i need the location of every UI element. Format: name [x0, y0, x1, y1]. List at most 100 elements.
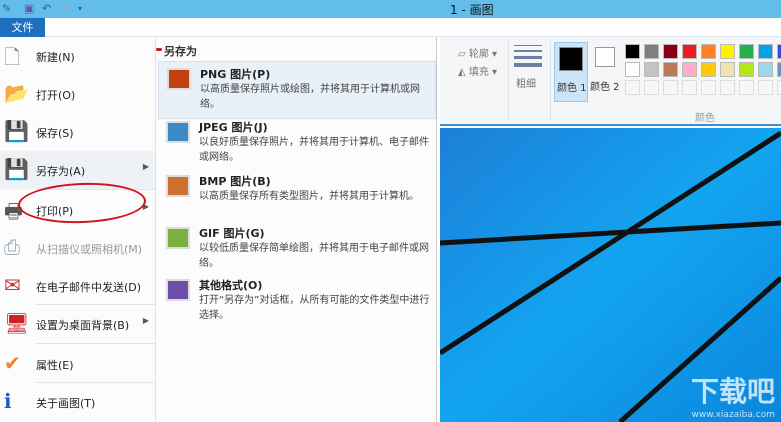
- save-as-option[interactable]: BMP 图片(B) 以高质量保存所有类型图片，并将其用于计算机。: [158, 169, 436, 227]
- palette-color[interactable]: [758, 62, 773, 77]
- palette-color[interactable]: [701, 62, 716, 77]
- palette-color[interactable]: [663, 44, 678, 59]
- color1-label: 颜色 1: [557, 83, 587, 94]
- scanner-icon: ⎙: [4, 235, 20, 259]
- save-icon: 💾: [4, 119, 29, 143]
- menu-item-label: 新建(N): [36, 51, 75, 64]
- tab-file[interactable]: 文件: [0, 18, 45, 37]
- fill-button[interactable]: ◭ 填充 ▾: [458, 63, 497, 78]
- palette-color[interactable]: [720, 62, 735, 77]
- menu-item-label: 打开(O): [36, 89, 76, 102]
- file-menu-item[interactable]: 💾 保存(S): [0, 113, 155, 151]
- submenu-arrow-icon: ▶: [142, 162, 149, 171]
- palette-color[interactable]: [663, 62, 678, 77]
- save-as-option[interactable]: GIF 图片(G) 以较低质量保存简单绘图，并将其用于电子邮件或网络。: [158, 221, 436, 279]
- other-formats-icon: [166, 279, 190, 301]
- file-menu: 🗋 新建(N) 📂 打开(O) 💾 保存(S) 💾 另存为(A) ▶ 🖶 打印(P) ▶ ⎙ 从扫描仪或照…: [0, 37, 437, 422]
- file-menu-items: 🗋 新建(N) 📂 打开(O) 💾 保存(S) 💾 另存为(A) ▶ 🖶 打印(P) ▶ ⎙ 从扫描仪或照…: [0, 37, 155, 422]
- option-description: 以良好质量保存照片，并将其用于计算机、电子邮件或网络。: [199, 137, 429, 163]
- option-description: 以高质量保存所有类型图片，并将其用于计算机。: [199, 191, 419, 202]
- option-description: 以较低质量保存简单绘图，并将其用于电子邮件或网络。: [199, 243, 429, 269]
- watermark: 下载吧 www.xiazaiba.com: [690, 375, 775, 420]
- file-menu-item[interactable]: 🖥 设置为桌面背景(B) ▶: [0, 305, 155, 343]
- menu-item-label: 关于画图(T): [36, 397, 96, 410]
- save-icon[interactable]: ▣: [24, 2, 34, 15]
- save-as-option[interactable]: JPEG 图片(J) 以良好质量保存照片，并将其用于计算机、电子邮件或网络。: [158, 115, 436, 173]
- jpeg-icon: [166, 121, 190, 143]
- desktop-background-icon: 🖥: [4, 311, 30, 335]
- color1-button[interactable]: 颜色 1: [554, 42, 588, 102]
- option-title: JPEG 图片(J): [199, 121, 268, 134]
- about-info-icon: ℹ: [4, 389, 12, 413]
- file-menu-item[interactable]: ✔ 属性(E): [0, 345, 155, 383]
- save-as-option[interactable]: 其他格式(O) 打开“另存为”对话框，从所有可能的文件类型中进行选择。: [158, 273, 436, 331]
- custom-color-slot[interactable]: [758, 80, 773, 95]
- custom-color-slot[interactable]: [777, 80, 781, 95]
- custom-color-slot[interactable]: [701, 80, 716, 95]
- palette-color[interactable]: [758, 44, 773, 59]
- save-as-icon: 💾: [4, 157, 29, 181]
- title-bar: ✎ ▣ ↶ ↷ ▾ 1 - 画图: [0, 0, 781, 18]
- palette-color[interactable]: [777, 62, 781, 77]
- menu-item-label: 属性(E): [36, 359, 74, 372]
- palette-color[interactable]: [625, 44, 640, 59]
- option-title: PNG 图片(P): [200, 68, 271, 81]
- custom-color-slot[interactable]: [739, 80, 754, 95]
- save-as-submenu: 另存为 PNG 图片(P) 以高质量保存照片或绘图，并将其用于计算机或网络。 JPE…: [155, 37, 437, 422]
- palette-color[interactable]: [739, 44, 754, 59]
- ribbon-tab-row: 文件: [0, 18, 781, 37]
- undo-icon[interactable]: ↶: [42, 2, 51, 15]
- email-icon: ✉: [4, 273, 21, 297]
- palette-color[interactable]: [644, 62, 659, 77]
- size-button[interactable]: 粗细: [514, 45, 542, 90]
- save-as-option[interactable]: PNG 图片(P) 以高质量保存照片或绘图，并将其用于计算机或网络。: [158, 61, 436, 119]
- menu-item-label: 从扫描仪或照相机(M): [36, 243, 143, 256]
- png-icon: [167, 68, 191, 90]
- palette-color[interactable]: [644, 44, 659, 59]
- custom-color-slot[interactable]: [720, 80, 735, 95]
- palette-color[interactable]: [701, 44, 716, 59]
- ribbon: ▱ 轮廓 ▾ ◭ 填充 ▾ 粗细 颜色 1 颜色 2 颜色: [440, 37, 781, 126]
- menu-item-label: 另存为(A): [36, 165, 86, 178]
- option-description: 打开“另存为”对话框，从所有可能的文件类型中进行选择。: [199, 295, 430, 321]
- gif-icon: [166, 227, 190, 249]
- option-title: GIF 图片(G): [199, 227, 265, 240]
- custom-color-slot[interactable]: [625, 80, 640, 95]
- palette-color[interactable]: [682, 62, 697, 77]
- custom-color-slot[interactable]: [663, 80, 678, 95]
- paint-app-icon: ✎: [2, 2, 12, 15]
- file-menu-item[interactable]: ⎙ 从扫描仪或照相机(M): [0, 229, 155, 267]
- outline-label: 轮廓: [468, 49, 489, 60]
- file-menu-item[interactable]: ℹ 关于画图(T): [0, 383, 155, 421]
- open-folder-icon: 📂: [4, 81, 29, 105]
- window-title: 1 - 画图: [450, 3, 494, 17]
- outline-button[interactable]: ▱ 轮廓 ▾: [458, 45, 497, 60]
- submenu-header: 另存为: [164, 45, 197, 58]
- menu-item-label: 在电子邮件中发送(D): [36, 281, 142, 294]
- custom-color-slot[interactable]: [644, 80, 659, 95]
- palette-color[interactable]: [739, 62, 754, 77]
- palette-color[interactable]: [720, 44, 735, 59]
- custom-color-slot[interactable]: [682, 80, 697, 95]
- fill-label: 填充: [468, 67, 489, 78]
- color2-label: 颜色 2: [590, 82, 620, 93]
- new-file-icon: 🗋: [4, 45, 21, 69]
- menu-item-label: 保存(S): [36, 127, 74, 140]
- option-title: BMP 图片(B): [199, 175, 271, 188]
- file-menu-item[interactable]: 🗋 新建(N): [0, 37, 155, 75]
- menu-item-label: 设置为桌面背景(B): [36, 319, 130, 332]
- palette-color[interactable]: [625, 62, 640, 77]
- bmp-icon: [166, 175, 190, 197]
- size-label: 粗细: [516, 79, 536, 90]
- palette-color[interactable]: [682, 44, 697, 59]
- color2-button[interactable]: 颜色 2: [590, 45, 626, 95]
- file-menu-item[interactable]: 📂 打开(O): [0, 75, 155, 113]
- option-title: 其他格式(O): [199, 279, 263, 292]
- option-description: 以高质量保存照片或绘图，并将其用于计算机或网络。: [200, 84, 420, 110]
- palette-color[interactable]: [777, 44, 781, 59]
- submenu-arrow-icon: ▶: [142, 316, 149, 325]
- customize-quick-access-icon[interactable]: ▾: [78, 4, 82, 13]
- file-menu-item[interactable]: ✉ 在电子邮件中发送(D): [0, 267, 155, 305]
- redo-icon[interactable]: ↷: [60, 2, 69, 15]
- colors-group-label: 颜色: [695, 113, 715, 124]
